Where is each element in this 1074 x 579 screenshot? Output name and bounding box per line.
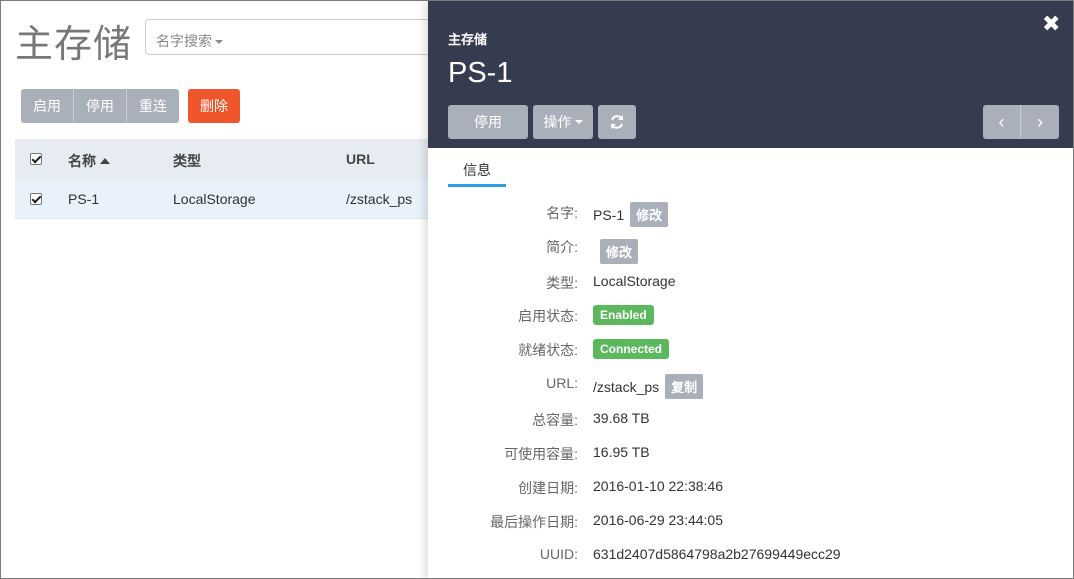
chevron-right-icon: › [1037, 111, 1043, 132]
field-label: 就绪状态: [518, 342, 578, 358]
field-label: UUID: [539, 546, 578, 562]
created-value: 2016-01-10 22:38:46 [593, 478, 723, 494]
field-created: 创建日期: 2016-01-10 22:38:46 [428, 478, 1073, 498]
last-op-value: 2016-06-29 23:44:05 [593, 512, 723, 528]
row-name[interactable]: PS-1 [68, 191, 99, 207]
field-label: 名字: [546, 205, 578, 221]
name-value: PS-1 [593, 206, 625, 223]
row-url: /zstack_ps [346, 191, 413, 207]
chevron-down-icon [215, 40, 223, 45]
status-badge: Connected [593, 339, 670, 359]
field-label: 最后操作日期: [490, 514, 578, 530]
field-available-capacity: 可使用容量: 16.95 TB [428, 444, 1073, 464]
edit-name-button[interactable]: 修改 [630, 202, 669, 227]
field-total-capacity: 总容量: 39.68 TB [428, 410, 1073, 430]
uuid-value: 631d2407d5864798a2b27699449ecc29 [593, 546, 841, 562]
search-field-label: 名字搜索 [156, 33, 212, 49]
search-field-dropdown[interactable]: 名字搜索 [156, 31, 223, 51]
detail-title: PS-1 [448, 57, 513, 89]
actions-label: 操作 [543, 114, 572, 130]
actions-dropdown-button[interactable]: 操作 [533, 105, 593, 139]
available-capacity-value: 16.95 TB [593, 444, 650, 460]
row-checkbox[interactable] [30, 193, 42, 205]
column-name-label: 名称 [68, 153, 96, 169]
field-uuid: UUID: 631d2407d5864798a2b27699449ecc29 [428, 546, 1073, 566]
field-url: URL: /zstack_ps 复制 [428, 374, 1073, 399]
refresh-button[interactable] [598, 105, 636, 139]
field-state: 启用状态: Enabled [428, 305, 1073, 326]
detail-panel: 主存储 PS-1 ✖ 停用 操作 ‹ › 信息 名字: PS-1 修改 简介: 修… [428, 1, 1073, 578]
edit-description-button[interactable]: 修改 [600, 239, 639, 264]
field-label: 创建日期: [518, 480, 578, 496]
app-window: 主存储 名字搜索 启用 停用 重连 删除 名称 类型 URL PS-1 Loca… [0, 0, 1074, 579]
detail-disable-button[interactable]: 停用 [448, 105, 528, 139]
chevron-left-icon: ‹ [998, 111, 1005, 132]
search-input[interactable]: 名字搜索 [145, 19, 445, 55]
field-label: 可使用容量: [504, 446, 578, 462]
column-header-type[interactable]: 类型 [173, 151, 201, 171]
field-label: URL: [546, 375, 578, 391]
field-status: 就绪状态: Connected [428, 339, 1073, 360]
enable-button[interactable]: 启用 [21, 89, 74, 123]
field-description: 简介: 修改 [428, 237, 1073, 264]
type-value: LocalStorage [593, 273, 676, 289]
record-navigation: ‹ › [983, 105, 1059, 139]
refresh-icon [611, 115, 623, 129]
detail-header: 主存储 PS-1 ✖ 停用 操作 ‹ › [428, 1, 1073, 148]
toolbar: 启用 停用 重连 [21, 89, 179, 123]
row-type: LocalStorage [173, 191, 256, 207]
field-name: 名字: PS-1 修改 [428, 202, 1073, 227]
field-label: 总容量: [532, 412, 578, 428]
tab-info[interactable]: 信息 [448, 151, 506, 187]
detail-subtitle: 主存储 [448, 32, 488, 47]
field-type: 类型: LocalStorage [428, 273, 1073, 293]
field-label: 启用状态: [518, 308, 578, 324]
next-button[interactable]: › [1021, 105, 1059, 139]
sort-ascending-icon [100, 158, 110, 164]
state-badge: Enabled [593, 305, 654, 325]
reconnect-button[interactable]: 重连 [127, 89, 179, 123]
total-capacity-value: 39.68 TB [593, 410, 650, 426]
page-title: 主存储 [15, 22, 133, 66]
url-value: /zstack_ps [593, 378, 660, 395]
field-last-op: 最后操作日期: 2016-06-29 23:44:05 [428, 512, 1073, 532]
disable-button[interactable]: 停用 [74, 89, 127, 123]
column-header-name[interactable]: 名称 [68, 151, 110, 171]
copy-url-button[interactable]: 复制 [665, 374, 704, 399]
table-row[interactable]: PS-1 LocalStorage /zstack_ps [15, 179, 435, 219]
column-header-url[interactable]: URL [346, 151, 375, 167]
delete-button[interactable]: 删除 [188, 89, 240, 123]
table-header: 名称 类型 URL [15, 139, 435, 179]
close-icon[interactable]: ✖ [1042, 11, 1060, 37]
previous-button[interactable]: ‹ [983, 105, 1021, 139]
select-all-checkbox[interactable] [30, 153, 42, 165]
field-label: 类型: [546, 275, 578, 291]
chevron-down-icon [574, 120, 583, 124]
field-label: 简介: [546, 239, 578, 255]
